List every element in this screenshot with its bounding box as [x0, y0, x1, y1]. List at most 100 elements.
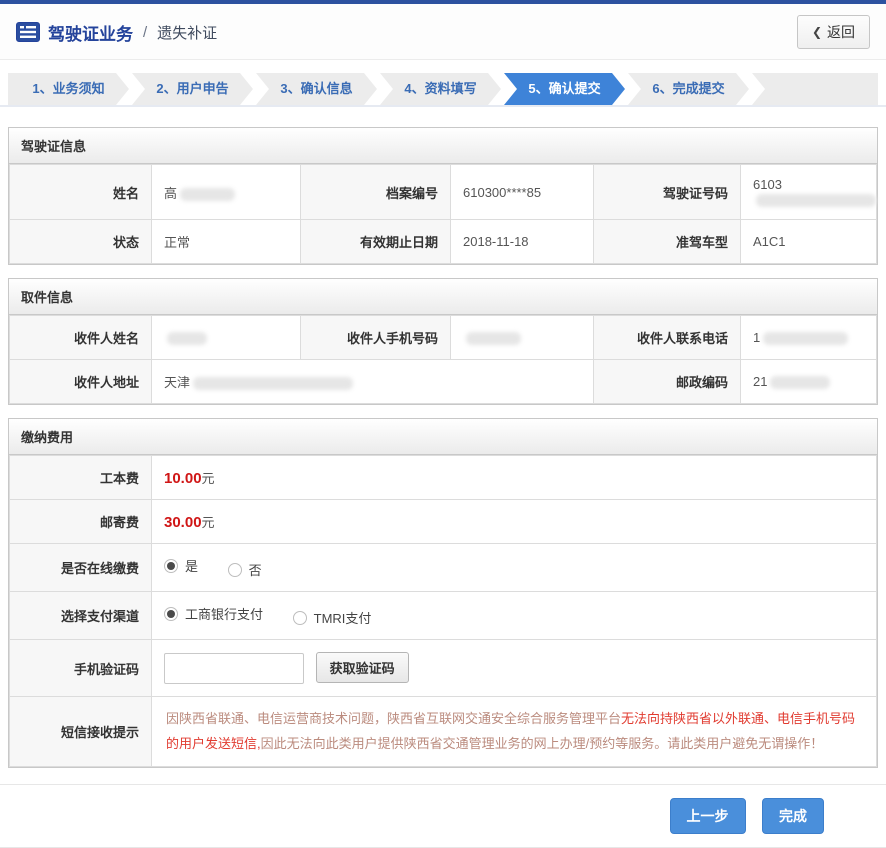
back-button[interactable]: ❮ 返回 — [797, 15, 870, 49]
step-1-business-notice[interactable]: 1、业务须知 — [8, 73, 129, 105]
delivery-info-section: 取件信息 收件人姓名 收件人手机号码 收件人联系电话 1 收件人地址 天津 邮政… — [8, 278, 878, 405]
table-row: 选择支付渠道 工商银行支付 TMRI支付 — [10, 592, 877, 640]
field-value: 1 — [741, 316, 877, 360]
redacted-value — [180, 188, 235, 201]
radio-option-label: TMRI支付 — [314, 608, 372, 627]
breadcrumb-separator: / — [143, 24, 147, 41]
table-row: 是否在线缴费 是 否 — [10, 544, 877, 592]
currency-unit: 元 — [202, 515, 215, 530]
previous-step-button[interactable]: 上一步 — [670, 798, 746, 834]
field-value: 正常 — [152, 220, 301, 264]
field-value: 高 — [152, 165, 301, 220]
page-header: 驾驶证业务 / 遗失补证 ❮ 返回 — [0, 4, 886, 60]
finish-button[interactable]: 完成 — [762, 798, 824, 834]
radio-option-icbc[interactable]: 工商银行支付 — [164, 604, 263, 623]
field-label: 短信接收提示 — [10, 697, 152, 767]
field-label: 准驾车型 — [594, 220, 741, 264]
field-value: 10.00元 — [152, 456, 877, 500]
field-value: 21 — [741, 360, 877, 404]
table-row: 手机验证码 获取验证码 — [10, 640, 877, 697]
license-section-title: 驾驶证信息 — [9, 128, 877, 164]
field-label: 手机验证码 — [10, 640, 152, 697]
redacted-value — [466, 332, 521, 345]
field-label: 收件人地址 — [10, 360, 152, 404]
page-subtitle: 遗失补证 — [157, 22, 217, 43]
field-value: 6103 — [741, 165, 877, 220]
step-bar: 1、业务须知 2、用户申告 3、确认信息 4、资料填写 5、确认提交 6、完成提… — [0, 73, 886, 107]
field-value: A1C1 — [741, 220, 877, 264]
payment-channel-options: 工商银行支付 TMRI支付 — [152, 592, 877, 640]
radio-option-no[interactable]: 否 — [228, 560, 262, 579]
post-fee-amount: 30.00 — [164, 514, 202, 531]
step-4-fill-data[interactable]: 4、资料填写 — [380, 73, 501, 105]
field-label: 状态 — [10, 220, 152, 264]
field-label: 邮政编码 — [594, 360, 741, 404]
radio-option-yes[interactable]: 是 — [164, 556, 198, 575]
table-row: 邮寄费 30.00元 — [10, 500, 877, 544]
form-list-icon — [16, 22, 40, 42]
redacted-value — [770, 376, 830, 389]
step-6-complete-submit[interactable]: 6、完成提交 — [628, 73, 749, 105]
field-label: 姓名 — [10, 165, 152, 220]
field-label: 是否在线缴费 — [10, 544, 152, 592]
step-3-confirm-info[interactable]: 3、确认信息 — [256, 73, 377, 105]
radio-button-icon — [164, 559, 178, 573]
field-label: 收件人联系电话 — [594, 316, 741, 360]
online-payment-options: 是 否 — [152, 544, 877, 592]
fees-table: 工本费 10.00元 邮寄费 30.00元 是否在线缴费 是 否 — [9, 455, 877, 767]
radio-option-tmri[interactable]: TMRI支付 — [293, 608, 372, 627]
field-label: 驾驶证号码 — [594, 165, 741, 220]
table-row: 姓名 高 档案编号 610300****85 驾驶证号码 6103 — [10, 165, 877, 220]
table-row: 收件人地址 天津 邮政编码 21 — [10, 360, 877, 404]
table-row: 收件人姓名 收件人手机号码 收件人联系电话 1 — [10, 316, 877, 360]
get-sms-code-button[interactable]: 获取验证码 — [316, 652, 409, 683]
redacted-value — [167, 332, 207, 345]
back-button-label: 返回 — [827, 22, 855, 42]
step-5-confirm-submit[interactable]: 5、确认提交 — [504, 73, 625, 105]
footer-actions: 上一步 完成 — [0, 784, 886, 848]
breadcrumb: 驾驶证业务 / 遗失补证 — [16, 20, 217, 45]
radio-button-icon — [164, 607, 178, 621]
delivery-section-title: 取件信息 — [9, 279, 877, 315]
field-label: 收件人姓名 — [10, 316, 152, 360]
license-info-section: 驾驶证信息 姓名 高 档案编号 610300****85 驾驶证号码 6103 … — [8, 127, 878, 265]
redacted-value — [763, 332, 848, 345]
currency-unit: 元 — [202, 471, 215, 486]
field-label: 邮寄费 — [10, 500, 152, 544]
field-value: 30.00元 — [152, 500, 877, 544]
radio-button-icon — [228, 563, 242, 577]
redacted-value — [756, 194, 876, 207]
table-row: 短信接收提示 因陕西省联通、电信运营商技术问题，陕西省互联网交通安全综合服务管理… — [10, 697, 877, 767]
radio-option-label: 工商银行支付 — [185, 604, 263, 623]
license-info-table: 姓名 高 档案编号 610300****85 驾驶证号码 6103 状态 正常 … — [9, 164, 877, 264]
field-value: 2018-11-18 — [451, 220, 594, 264]
sms-notice-text: 因陕西省联通、电信运营商技术问题，陕西省互联网交通安全综合服务管理平台无法向持陕… — [152, 697, 877, 767]
radio-option-label: 是 — [185, 556, 198, 575]
field-value: 610300****85 — [451, 165, 594, 220]
redacted-value — [193, 377, 353, 390]
field-label: 选择支付渠道 — [10, 592, 152, 640]
field-label: 有效期止日期 — [301, 220, 451, 264]
notice-segment: 因陕西省联通、电信运营商技术问题，陕西省互联网交通安全综合服务管理平台 — [166, 711, 621, 726]
field-label: 收件人手机号码 — [301, 316, 451, 360]
field-value — [152, 316, 301, 360]
field-label: 档案编号 — [301, 165, 451, 220]
delivery-info-table: 收件人姓名 收件人手机号码 收件人联系电话 1 收件人地址 天津 邮政编码 21 — [9, 315, 877, 404]
chevron-left-icon: ❮ — [812, 25, 822, 39]
captcha-row: 获取验证码 — [152, 640, 877, 697]
step-2-user-declaration[interactable]: 2、用户申告 — [132, 73, 253, 105]
notice-segment: 因此无法向此类用户提供陕西省交通管理业务的网上办理/预约等服务。请此类用户避免无… — [261, 736, 824, 751]
fees-section: 缴纳费用 工本费 10.00元 邮寄费 30.00元 是否在线缴费 是 — [8, 418, 878, 768]
page-title: 驾驶证业务 — [48, 20, 133, 45]
table-row: 状态 正常 有效期止日期 2018-11-18 准驾车型 A1C1 — [10, 220, 877, 264]
field-label: 工本费 — [10, 456, 152, 500]
radio-button-icon — [293, 611, 307, 625]
step-bar-filler — [752, 73, 878, 105]
table-row: 工本费 10.00元 — [10, 456, 877, 500]
radio-option-label: 否 — [249, 560, 262, 579]
sms-code-input[interactable] — [164, 653, 304, 684]
work-fee-amount: 10.00 — [164, 470, 202, 487]
field-value: 天津 — [152, 360, 594, 404]
fees-section-title: 缴纳费用 — [9, 419, 877, 455]
field-value — [451, 316, 594, 360]
